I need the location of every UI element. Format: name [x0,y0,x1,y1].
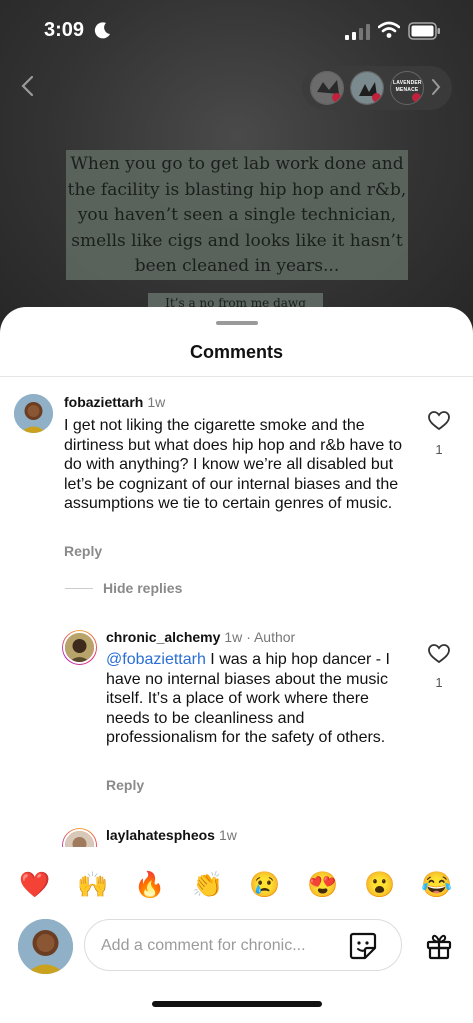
moon-icon [94,22,110,39]
avatar[interactable] [14,394,53,433]
author-badge: · Author [246,629,296,645]
avatar-image [14,394,53,433]
story-heart-dot [372,93,381,102]
emoji-heart-button[interactable]: ❤️ [15,865,55,905]
wifi-icon [378,21,400,38]
comment-timestamp: 1w [224,629,243,645]
avatar[interactable] [63,631,96,664]
comment-input[interactable] [99,932,343,960]
status-time: 3:09 [44,19,85,41]
story-heart-dot [412,93,421,102]
reply-button[interactable]: Reply [64,543,102,559]
emoji-quick-reactions: ❤️ 🙌 🔥 👏 😢 😍 😮 😂 [0,865,473,905]
emoji-surprised-button[interactable]: 😮 [360,865,400,905]
avatar-image [65,633,94,662]
forward-arrow-icon[interactable] [430,78,442,96]
sheet-title: Comments [189,342,283,362]
emoji-crying-button[interactable]: 😢 [245,865,285,905]
sticker-icon[interactable] [348,931,378,961]
back-arrow-icon[interactable] [18,74,38,98]
post-caption-text: When you go to get lab work done and the… [67,154,407,276]
comment-timestamp: 1w [218,827,237,843]
avatar-story-ring[interactable] [62,630,97,665]
comment-username[interactable]: chronic_alchemy 1w · Author [106,629,295,645]
like-count: 1 [435,442,443,457]
avatar-image [18,919,73,974]
battery-icon [408,22,440,40]
comment-username[interactable]: fobaziettarh 1w [64,394,165,410]
story-avatar[interactable] [350,71,384,105]
story-avatar[interactable] [310,71,344,105]
comment-text: I get not liking the cigarette smoke and… [64,417,402,512]
story-avatars-pill[interactable]: LAVENDER MENACE [302,66,452,110]
emoji-heart-eyes-button[interactable]: 😍 [303,865,343,905]
emoji-clap-button[interactable]: 👏 [188,865,228,905]
like-heart-icon[interactable] [428,644,450,664]
user-mention[interactable]: @fobaziettarh [106,651,206,668]
cellular-signal-icon [345,24,370,40]
current-user-avatar [18,919,73,974]
comment-username-text[interactable]: fobaziettarh [64,394,143,410]
sheet-drag-handle[interactable] [216,321,258,325]
comments-sheet: Comments fobaziettarh 1w I get not liking… [0,307,473,1023]
gift-icon[interactable] [424,931,454,961]
sheet-divider [0,376,473,377]
like-count: 1 [435,675,443,690]
like-heart-icon[interactable] [428,411,450,431]
emoji-raised-hands-button[interactable]: 🙌 [73,865,113,905]
emoji-laughing-button[interactable]: 😂 [417,865,457,905]
story-avatar-label: LAVENDER MENACE [393,80,422,93]
story-heart-dot [332,93,341,102]
comment-username-text[interactable]: chronic_alchemy [106,629,220,645]
hide-replies-button[interactable]: Hide replies [103,580,182,596]
status-bar: 3:09 [0,0,473,62]
comment-composer-bar: ❤️ 🙌 🔥 👏 😢 😍 😮 😂 [0,847,473,1023]
reply-button[interactable]: Reply [106,777,144,793]
comment-timestamp: 1w [147,394,166,410]
hide-replies-line [65,588,93,589]
emoji-fire-button[interactable]: 🔥 [130,865,170,905]
home-indicator[interactable] [152,1001,322,1007]
comment-username-text[interactable]: laylahatespheos [106,827,215,843]
comment-text: @fobaziettarh I was a hip hop dancer - I… [106,650,411,748]
comment-username[interactable]: laylahatespheos 1w [106,827,237,843]
story-avatar[interactable]: LAVENDER MENACE [390,71,424,105]
